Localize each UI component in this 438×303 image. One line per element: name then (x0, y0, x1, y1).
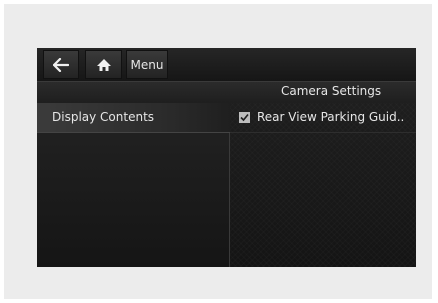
infotainment-screen: Menu Camera Settings Display Contents Re… (37, 48, 416, 267)
home-icon (96, 58, 111, 71)
sidebar-item-display-contents[interactable]: Display Contents (37, 103, 230, 133)
title-bar: Camera Settings (37, 81, 416, 104)
sidebar-item-label: Display Contents (52, 110, 155, 124)
page-title: Camera Settings (281, 84, 382, 98)
rear-view-parking-guide-checkbox[interactable] (239, 112, 250, 123)
menu-button[interactable]: Menu (126, 50, 168, 79)
settings-panel: Rear View Parking Guid.. (230, 103, 416, 267)
back-arrow-icon (53, 57, 69, 72)
top-toolbar: Menu (37, 48, 416, 81)
option-rear-view-parking-guide[interactable]: Rear View Parking Guid.. (230, 103, 416, 133)
option-label: Rear View Parking Guid.. (257, 110, 405, 124)
home-button[interactable] (85, 50, 122, 79)
sidebar: Display Contents (37, 103, 230, 267)
page-frame: Menu Camera Settings Display Contents Re… (4, 4, 432, 299)
back-button[interactable] (43, 50, 79, 79)
menu-button-label: Menu (130, 57, 164, 72)
checkmark-icon (240, 113, 249, 122)
